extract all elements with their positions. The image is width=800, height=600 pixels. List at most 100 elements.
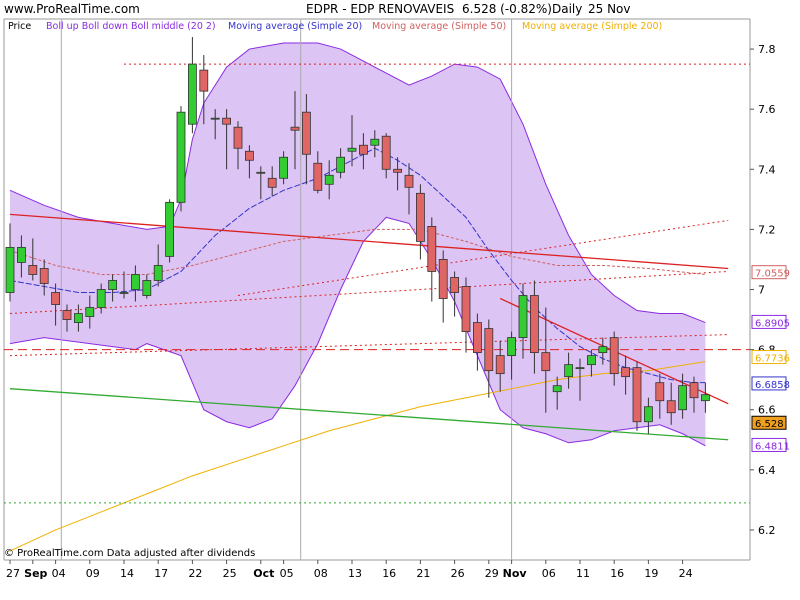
quote-value: 6.528 (-0.82%)	[462, 2, 552, 16]
x-tick-label: 16	[382, 567, 396, 580]
y-tick-label: 7.8	[758, 43, 776, 56]
candle-body	[678, 385, 687, 411]
candle-body	[518, 295, 528, 338]
x-tick-label: Sep	[24, 567, 47, 580]
x-tick-label: 05	[280, 567, 294, 580]
x-tick-label: 26	[451, 567, 465, 580]
x-tick-label: 14	[120, 567, 134, 580]
candle-body	[16, 247, 26, 263]
candle-body	[701, 394, 710, 402]
candle-body	[644, 406, 653, 423]
footer-note: © ProRealTime.com Data adjusted after di…	[4, 548, 255, 559]
candle-body	[575, 367, 585, 370]
y-tick-label: 7.4	[758, 163, 776, 176]
instrument-title: EDPR - EDP RENOVAVEIS	[306, 2, 454, 16]
candle-body	[324, 174, 334, 185]
candle-body	[461, 286, 471, 332]
x-tick-label: 24	[679, 567, 693, 580]
candle-body	[358, 144, 368, 155]
x-tick-label: Oct	[253, 567, 274, 580]
candle-body	[415, 192, 425, 242]
candle-body	[689, 382, 699, 399]
candle-body	[165, 201, 175, 257]
candle-body	[153, 265, 163, 281]
y-tick-label: 6.4	[758, 464, 776, 477]
x-tick-label: 22	[188, 567, 202, 580]
candle-body	[450, 277, 460, 293]
price-tag-3: 6.6858	[751, 376, 790, 391]
price-tag-1: 6.8905	[751, 314, 790, 329]
candle-body	[130, 274, 140, 290]
candle-body	[621, 367, 630, 378]
candle-body	[393, 168, 403, 173]
price-tag-5: 6.4811	[751, 437, 790, 452]
candle-body	[51, 292, 60, 305]
price-tag-label: 6.6858	[755, 380, 790, 391]
legend-ma200: Moving average (Simple 200)	[522, 21, 662, 32]
candle-55	[632, 361, 642, 431]
x-tick-label: 11	[576, 567, 590, 580]
y-tick-label: 6.2	[758, 524, 776, 537]
candle-body	[655, 382, 665, 402]
candle-body	[313, 162, 323, 191]
candle-body	[244, 150, 254, 161]
candle-body	[484, 328, 494, 372]
price-tag-label: 6.8905	[755, 318, 790, 329]
x-tick-label: 06	[542, 567, 556, 580]
candle-body	[279, 156, 289, 179]
x-tick-label: 09	[86, 567, 100, 580]
candle-body	[210, 117, 220, 120]
legend-bollinger: Boll up Boll down Boll middle (20 2)	[46, 21, 216, 32]
period-label: Daily	[552, 2, 582, 16]
candle-body	[256, 171, 266, 174]
candle-body	[119, 292, 129, 294]
x-tick-label: Nov	[503, 567, 528, 580]
candle-body	[233, 126, 243, 149]
candle-body	[472, 322, 482, 354]
candle-body	[290, 126, 300, 131]
candle-body	[666, 400, 676, 414]
price-tag-label: 6.7736	[755, 354, 790, 365]
candle-body	[552, 385, 562, 393]
candle-body	[108, 280, 117, 290]
y-tick-label: 7	[758, 284, 765, 297]
candle-body	[28, 265, 38, 275]
candle-14	[165, 199, 175, 263]
candle-body	[222, 117, 232, 125]
price-tag-0: 7.0559	[751, 265, 790, 280]
site-watermark: www.ProRealTime.com	[4, 2, 140, 16]
stock-chart: 7.87.67.47.276.86.66.46.2 27Sep040914172…	[0, 0, 800, 600]
candle-body	[609, 337, 619, 375]
candle-body	[301, 111, 311, 155]
candle-body	[267, 177, 277, 188]
y-tick-label: 7.2	[758, 223, 776, 236]
candle-body	[632, 367, 642, 423]
x-tick-label: 25	[223, 567, 237, 580]
candle-body	[187, 63, 197, 125]
candle-body	[598, 346, 608, 354]
candle-body	[199, 69, 209, 92]
candle-body	[5, 247, 15, 293]
candle-body	[347, 147, 357, 152]
price-tag-2: 6.7736	[751, 350, 790, 365]
candle-body	[96, 289, 106, 308]
candle-body	[381, 135, 391, 170]
candle-body	[370, 138, 380, 146]
candle-body	[74, 313, 83, 323]
candle-body	[336, 156, 346, 173]
date-label: 25 Nov	[588, 2, 631, 16]
candle-body	[142, 280, 152, 296]
legend-ma20: Moving average (Simple 20)	[228, 21, 362, 32]
x-tick-label: 08	[314, 567, 328, 580]
x-tick-label: 17	[154, 567, 168, 580]
candle-15	[176, 106, 186, 212]
x-tick-label: 29	[485, 567, 499, 580]
legend-ma50: Moving average (Simple 50)	[372, 21, 506, 32]
candle-body	[587, 355, 596, 366]
price-tag-4: 6.528	[751, 415, 787, 430]
y-tick-label: 6.6	[758, 404, 776, 417]
x-tick-label: 16	[610, 567, 624, 580]
candle-body	[495, 355, 505, 375]
candle-body	[507, 337, 517, 357]
legend-price: Price	[8, 21, 31, 32]
